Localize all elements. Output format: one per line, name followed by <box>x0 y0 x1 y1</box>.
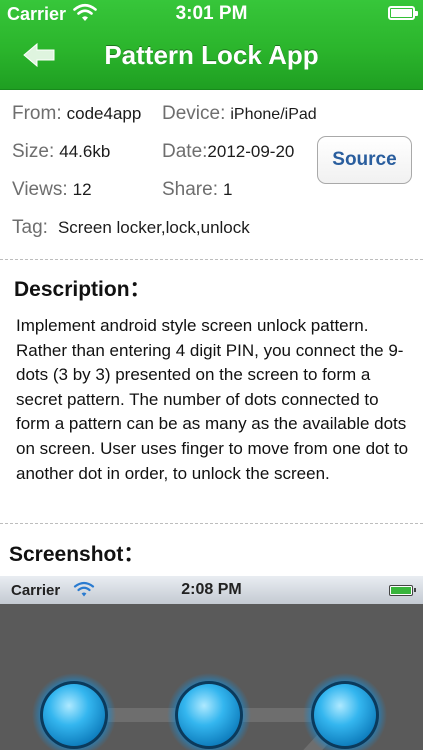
divider <box>0 523 423 524</box>
tag-value[interactable]: Screen locker,lock,unlock <box>58 218 250 237</box>
size-row: Size: 44.6kb <box>12 141 110 163</box>
pattern-dot[interactable] <box>303 673 387 750</box>
device-value: iPhone/iPad <box>230 106 317 123</box>
views-label: Views: <box>12 179 68 200</box>
share-label: Share: <box>162 179 218 200</box>
share-row: Share: 1 <box>162 179 232 201</box>
preview-status-bar: Carrier 2:08 PM <box>0 576 423 604</box>
screenshot-heading: Screenshot： <box>9 543 145 566</box>
status-time: 3:01 PM <box>175 3 248 24</box>
page-title: Pattern Lock App <box>104 40 319 70</box>
app-header: Carrier 3:01 PM Pattern Lock App <box>0 0 423 90</box>
battery-icon <box>389 585 416 596</box>
pattern-dot[interactable] <box>167 673 251 750</box>
pattern-dot[interactable] <box>32 673 116 750</box>
app-info-panel: From: code4app Device: iPhone/iPad Size:… <box>0 90 423 258</box>
battery-icon <box>388 6 418 20</box>
from-label: From: <box>12 103 62 124</box>
views-row: Views: 12 <box>12 179 92 201</box>
device-row: Device: iPhone/iPad <box>162 103 317 125</box>
date-row: Date:2012-09-20 <box>162 141 294 163</box>
pattern-lock-canvas <box>32 673 387 750</box>
screenshot-preview[interactable]: Carrier 2:08 PM <box>0 576 423 750</box>
divider <box>0 259 423 260</box>
date-value: 2012-09-20 <box>207 142 295 161</box>
device-label: Device: <box>162 103 226 124</box>
preview-time: 2:08 PM <box>181 581 242 598</box>
source-button[interactable]: Source <box>317 136 412 184</box>
description-text: Implement android style screen unlock pa… <box>16 316 409 483</box>
description-heading: Description： <box>14 278 151 301</box>
date-label: Date: <box>162 141 208 162</box>
size-value: 44.6kb <box>59 142 111 161</box>
tag-row: Tag: Screen locker,lock,unlock <box>12 217 250 239</box>
tag-label: Tag: <box>12 217 48 238</box>
share-value: 1 <box>223 180 233 199</box>
views-value: 12 <box>72 180 92 199</box>
from-row: From: code4app <box>12 103 141 125</box>
size-label: Size: <box>12 141 55 162</box>
from-value: code4app <box>66 104 142 123</box>
status-bar: Carrier 3:01 PM <box>0 0 423 28</box>
